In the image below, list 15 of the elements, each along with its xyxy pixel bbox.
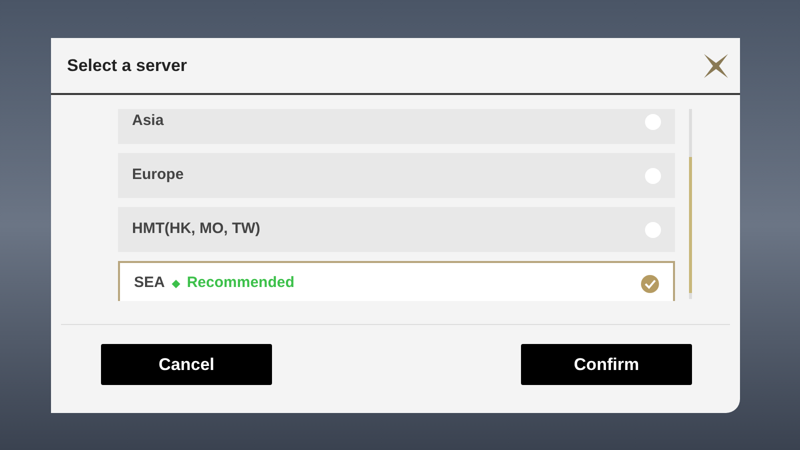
- server-name: SEA: [134, 273, 165, 294]
- server-name: HMT(HK, MO, TW): [132, 219, 260, 240]
- cancel-button[interactable]: Cancel: [101, 344, 272, 385]
- checkmark-icon: [641, 274, 659, 292]
- server-option[interactable]: Asia: [118, 109, 675, 144]
- server-name: Asia: [132, 111, 164, 132]
- server-option[interactable]: HMT(HK, MO, TW): [118, 207, 675, 252]
- dialog-title: Select a server: [67, 54, 188, 77]
- server-option[interactable]: SEA Recommended: [118, 261, 675, 301]
- scrollbar-thumb[interactable]: [689, 157, 692, 293]
- recommended-tag: Recommended: [186, 272, 294, 295]
- server-option[interactable]: Europe: [118, 153, 675, 198]
- confirm-button[interactable]: Confirm: [521, 344, 692, 385]
- close-icon[interactable]: [702, 52, 730, 80]
- server-name: Europe: [132, 165, 184, 186]
